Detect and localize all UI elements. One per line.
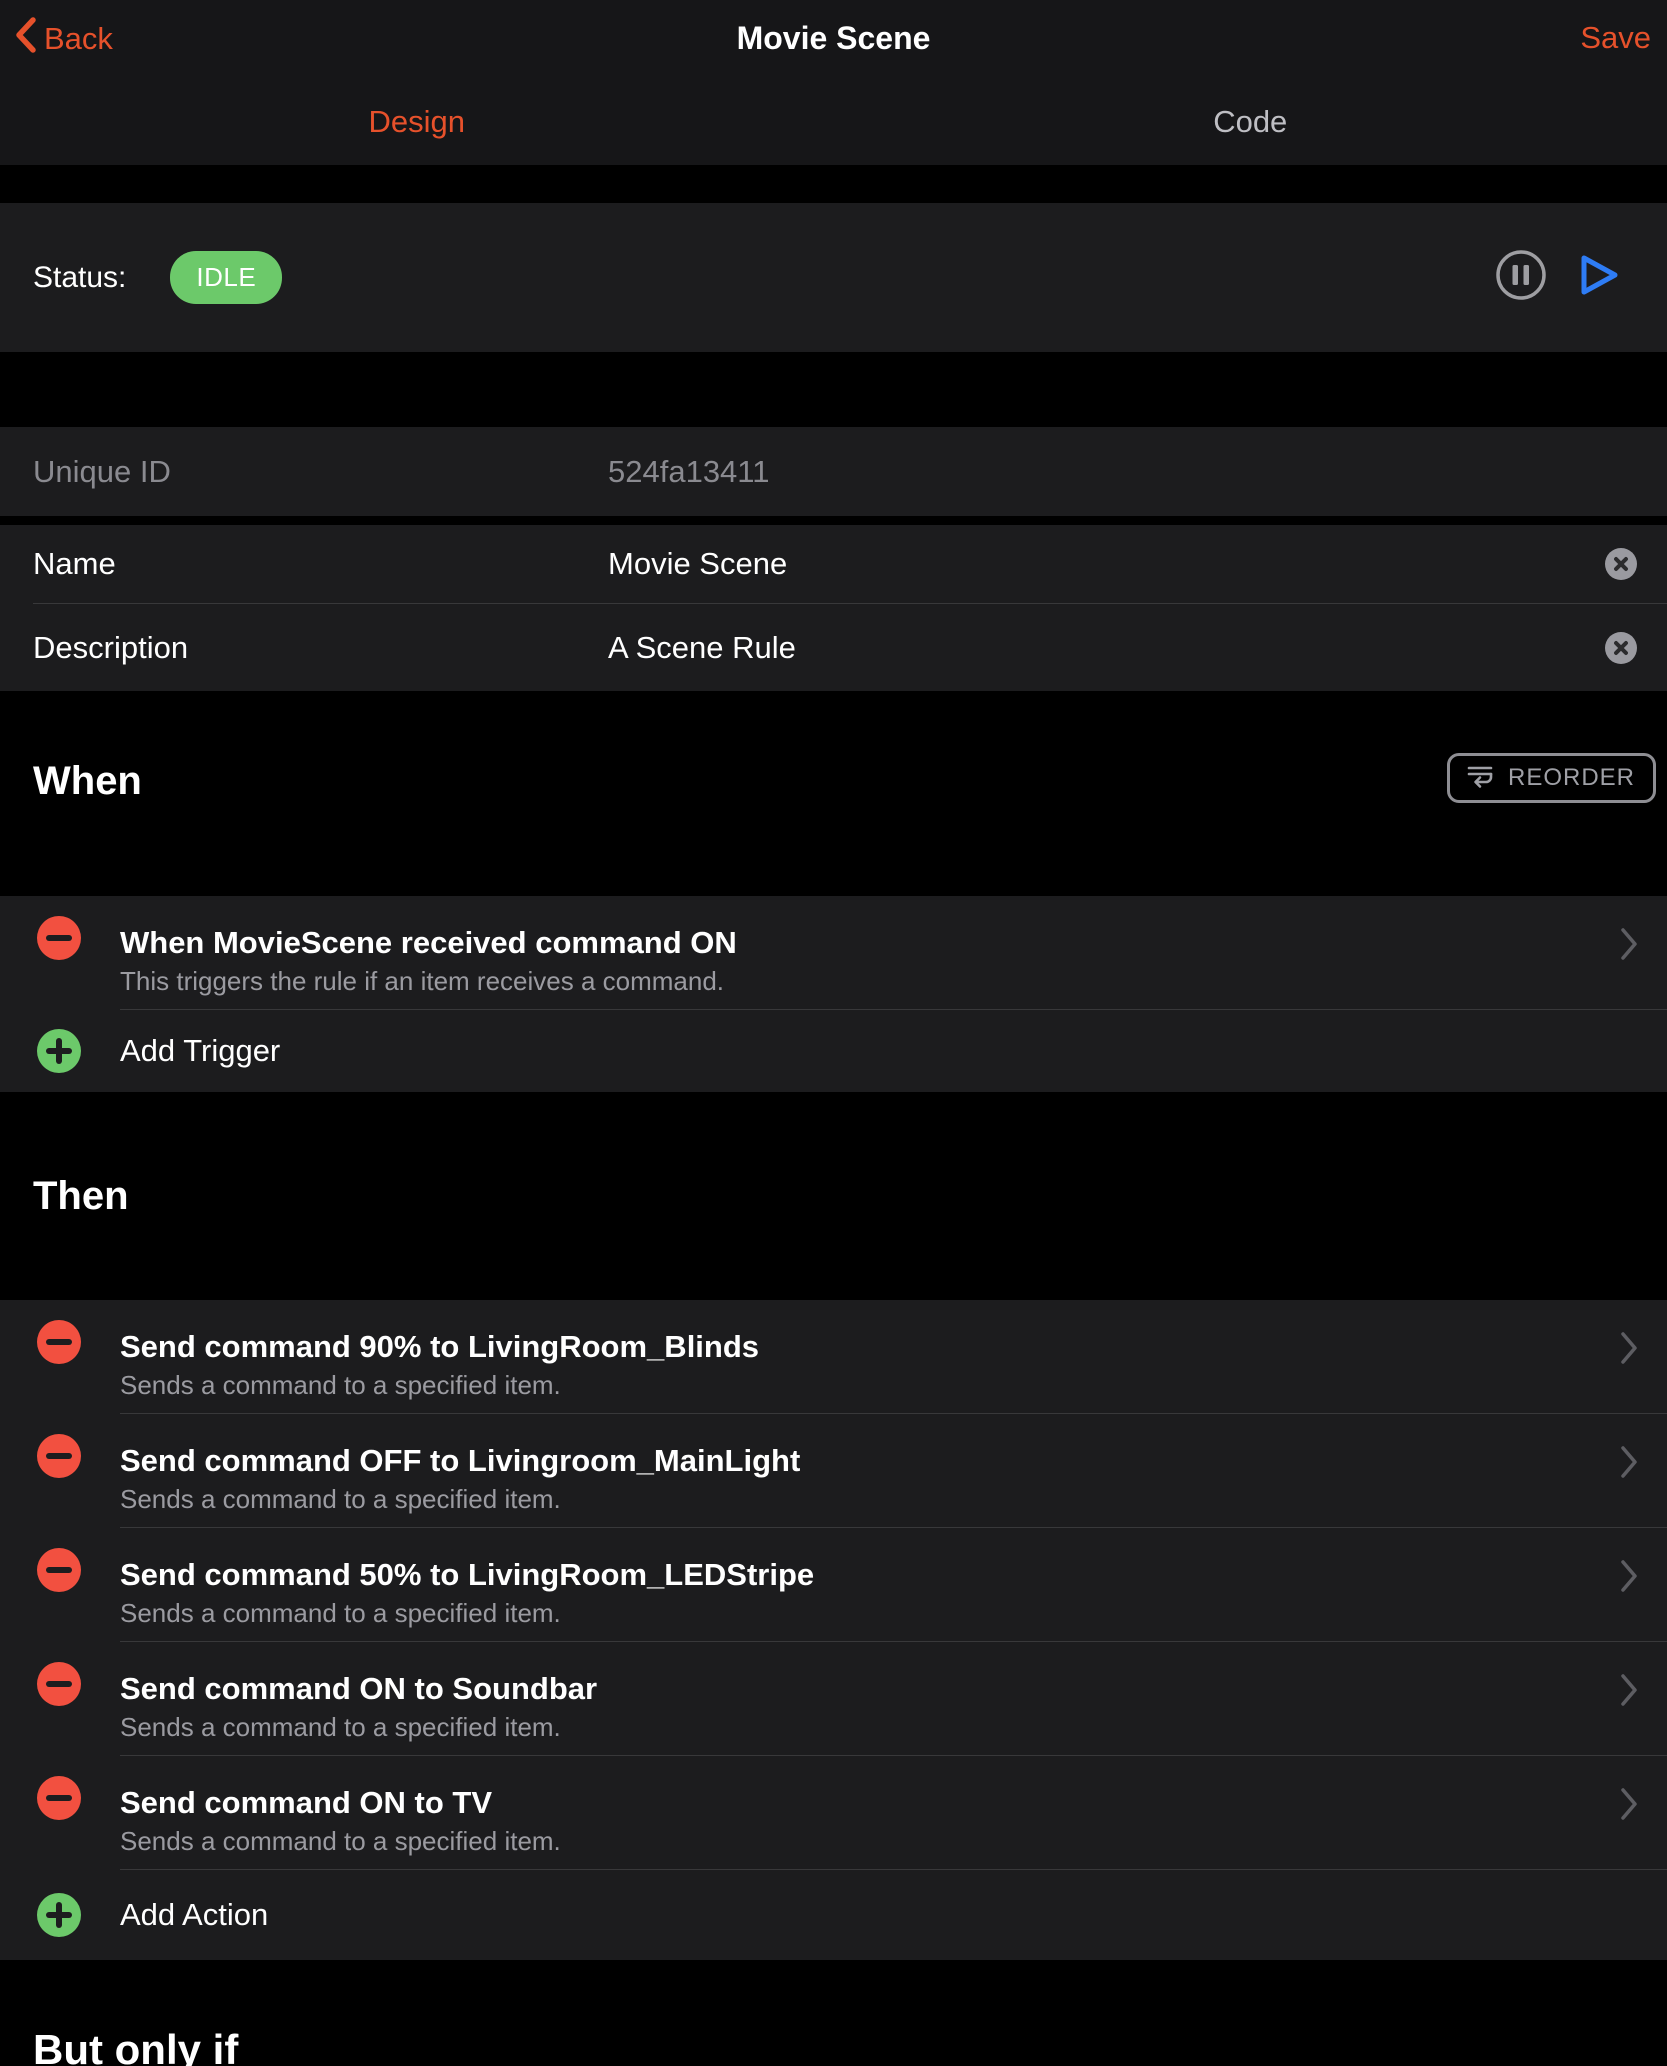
status-section: Status: IDLE: [0, 203, 1667, 352]
actions-group: Send command 90% to LivingRoom_Blinds Se…: [0, 1300, 1667, 1960]
pause-icon: [1495, 249, 1547, 306]
unique-id-label: Unique ID: [33, 454, 608, 490]
chevron-right-icon: [1619, 1672, 1639, 1713]
action-subtitle: Sends a command to a specified item.: [120, 1713, 1597, 1741]
nav-bar: Back Movie Scene Save: [0, 0, 1667, 78]
chevron-right-icon: [1619, 926, 1639, 967]
action-subtitle: Sends a command to a specified item.: [120, 1599, 1597, 1627]
name-description-group: Name Movie Scene Description A Scene Rul…: [0, 525, 1667, 691]
clear-name-icon[interactable]: [1605, 548, 1637, 580]
add-icon: [37, 1893, 81, 1937]
triggers-group: When MovieScene received command ON This…: [0, 896, 1667, 1092]
name-label: Name: [33, 546, 608, 582]
divider-gap: [0, 165, 1667, 203]
add-icon: [37, 1029, 81, 1073]
pause-button[interactable]: [1495, 249, 1547, 306]
trigger-row[interactable]: When MovieScene received command ON This…: [0, 896, 1667, 1009]
tab-design[interactable]: Design: [0, 78, 834, 165]
chevron-right-icon: [1619, 1444, 1639, 1485]
action-title: Send command ON to Soundbar: [120, 1672, 1597, 1706]
trigger-title: When MovieScene received command ON: [120, 926, 1597, 960]
action-row-mainlight[interactable]: Send command OFF to Livingroom_MainLight…: [0, 1414, 1667, 1527]
status-label: Status:: [33, 261, 126, 295]
but-only-if-title: But only if: [33, 2026, 238, 2066]
action-row-ledstripe[interactable]: Send command 50% to LivingRoom_LEDStripe…: [0, 1528, 1667, 1641]
action-row-tv[interactable]: Send command ON to TV Sends a command to…: [0, 1756, 1667, 1869]
delete-action-icon[interactable]: [37, 1776, 81, 1820]
add-trigger-button[interactable]: Add Trigger: [0, 1010, 1667, 1092]
action-title: Send command ON to TV: [120, 1786, 1597, 1820]
delete-action-icon[interactable]: [37, 1320, 81, 1364]
delete-action-icon[interactable]: [37, 1434, 81, 1478]
trigger-subtitle: This triggers the rule if an item receiv…: [120, 967, 1597, 995]
action-title: Send command 90% to LivingRoom_Blinds: [120, 1330, 1597, 1364]
name-row: Name Movie Scene: [0, 525, 1667, 603]
tab-code[interactable]: Code: [834, 78, 1667, 165]
action-subtitle: Sends a command to a specified item.: [120, 1371, 1597, 1399]
top-chrome: Back Movie Scene Save Design Code: [0, 0, 1667, 165]
save-button[interactable]: Save: [1580, 20, 1651, 56]
description-row: Description A Scene Rule: [0, 604, 1667, 691]
run-button[interactable]: [1575, 249, 1623, 306]
action-title: Send command OFF to Livingroom_MainLight: [120, 1444, 1597, 1478]
action-subtitle: Sends a command to a specified item.: [120, 1827, 1597, 1855]
tab-bar: Design Code: [0, 78, 1667, 165]
delete-action-icon[interactable]: [37, 1662, 81, 1706]
add-action-button[interactable]: Add Action: [0, 1870, 1667, 1960]
chevron-right-icon: [1619, 1330, 1639, 1371]
reorder-label: REORDER: [1508, 764, 1635, 792]
page-title: Movie Scene: [0, 20, 1667, 57]
but-only-if-header: But only if: [0, 1960, 1667, 2066]
action-row-soundbar[interactable]: Send command ON to Soundbar Sends a comm…: [0, 1642, 1667, 1755]
when-header: When REORDER: [0, 691, 1667, 896]
chevron-right-icon: [1619, 1558, 1639, 1599]
delete-action-icon[interactable]: [37, 1548, 81, 1592]
description-label: Description: [33, 630, 608, 666]
divider-gap: [0, 352, 1667, 427]
unique-id-value: 524fa13411: [608, 454, 769, 490]
action-title: Send command 50% to LivingRoom_LEDStripe: [120, 1558, 1597, 1592]
name-field[interactable]: Movie Scene: [608, 546, 787, 582]
when-title: When: [33, 759, 142, 804]
add-trigger-label: Add Trigger: [120, 1033, 280, 1069]
then-title: Then: [33, 1174, 129, 1219]
add-action-label: Add Action: [120, 1897, 268, 1933]
description-field[interactable]: A Scene Rule: [608, 630, 796, 666]
unique-id-row: Unique ID 524fa13411: [0, 427, 1667, 516]
divider-gap: [0, 516, 1667, 525]
chevron-right-icon: [1619, 1786, 1639, 1827]
play-icon: [1575, 249, 1623, 306]
clear-description-icon[interactable]: [1605, 632, 1637, 664]
action-subtitle: Sends a command to a specified item.: [120, 1485, 1597, 1513]
reorder-icon: [1464, 760, 1496, 797]
status-badge: IDLE: [170, 251, 282, 304]
reorder-button[interactable]: REORDER: [1447, 753, 1656, 803]
then-header: Then: [0, 1092, 1667, 1300]
delete-trigger-icon[interactable]: [37, 916, 81, 960]
unique-id-group: Unique ID 524fa13411: [0, 427, 1667, 516]
action-row-blinds[interactable]: Send command 90% to LivingRoom_Blinds Se…: [0, 1300, 1667, 1413]
